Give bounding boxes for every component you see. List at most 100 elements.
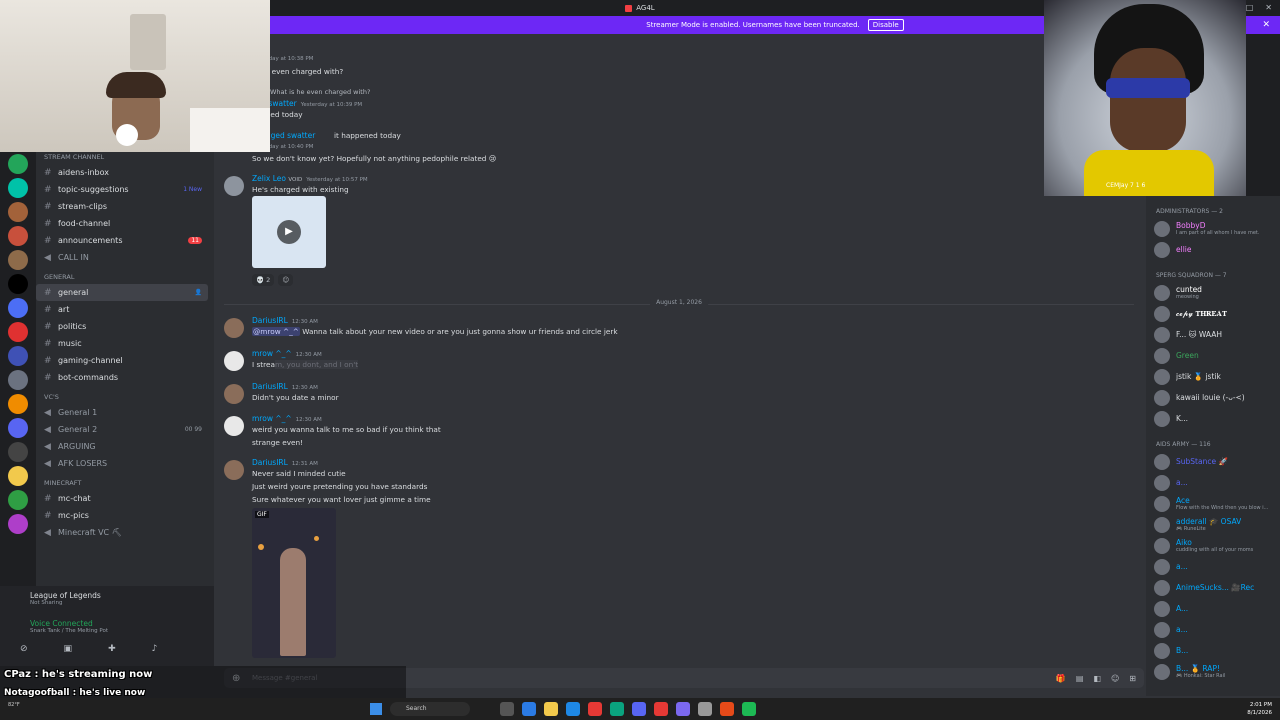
channel-general-2[interactable]: ◀ General 2 00 99 <box>36 421 208 438</box>
server-icon[interactable] <box>8 514 28 534</box>
member-item[interactable]: adderall 🎓 OSAV 🎮 RuneLite <box>1146 514 1280 535</box>
gift-icon[interactable]: 🎁 <box>1056 674 1066 683</box>
avatar[interactable] <box>224 416 244 436</box>
channel-bot-commands[interactable]: # bot-commands <box>36 369 208 386</box>
avatar[interactable] <box>224 176 244 196</box>
channel-call-in[interactable]: ◀ CALL IN <box>36 249 208 266</box>
server-icon[interactable] <box>8 226 28 246</box>
channel-mc-pics[interactable]: # mc-pics <box>36 507 208 524</box>
message-author[interactable]: Zelix Leo VOID Yesterday at 10:57 PM <box>252 174 368 183</box>
video-attachment[interactable]: ▶ <box>252 196 326 268</box>
member-item[interactable]: 𝓬𝓮𝓹𝔂 𝐓𝐇𝐑𝐄𝐀𝐓 <box>1146 303 1280 324</box>
voice-connection-status[interactable]: Voice Connected Snark Tank / The Melting… <box>30 619 108 634</box>
discord-icon[interactable] <box>632 702 646 716</box>
channel-minecraft-vc[interactable]: ◀ Minecraft VC ⛏ <box>36 524 208 541</box>
reply-preview[interactable]: What is he even charged with? <box>270 88 370 96</box>
play-icon[interactable]: ▶ <box>277 220 301 244</box>
category-minecraft[interactable]: Minecraft <box>36 476 214 490</box>
windows-start-icon[interactable] <box>370 703 382 715</box>
channel-food-channel[interactable]: # food-channel <box>36 215 208 232</box>
app-icon[interactable] <box>720 702 734 716</box>
channel-music[interactable]: # music <box>36 335 208 352</box>
channel-politics[interactable]: # politics <box>36 318 208 335</box>
member-item[interactable]: jstik 🏅 jstik <box>1146 366 1280 387</box>
member-item[interactable]: Ace Flow with the Wind then you blow i... <box>1146 493 1280 514</box>
maximize-icon[interactable]: □ <box>1246 3 1254 12</box>
add-reaction-icon[interactable]: ☺ <box>278 274 294 286</box>
add-member-icon[interactable]: 👤 <box>195 289 202 296</box>
reaction-skull[interactable]: 💀 2 <box>252 274 275 286</box>
server-icon[interactable] <box>8 442 28 462</box>
gif-icon[interactable]: ▤ <box>1076 674 1084 683</box>
channel-art[interactable]: # art <box>36 301 208 318</box>
close-banner-icon[interactable]: ✕ <box>1262 20 1270 30</box>
app-icon[interactable] <box>676 702 690 716</box>
app-icon[interactable] <box>500 702 514 716</box>
edge-icon[interactable] <box>610 702 624 716</box>
camera-off-icon[interactable]: ⊘ <box>20 644 28 654</box>
avatar[interactable] <box>224 351 244 371</box>
server-icon[interactable] <box>8 370 28 390</box>
spoiler-text[interactable]: m, you dont, and I on't <box>274 360 359 369</box>
avatar[interactable] <box>224 318 244 338</box>
member-item[interactable]: F... 🐱 WAAH <box>1146 324 1280 345</box>
server-icon[interactable] <box>8 298 28 318</box>
channel-general[interactable]: # general 👤 <box>36 284 208 301</box>
screen-share-icon[interactable]: ▣ <box>64 644 73 654</box>
server-icon[interactable] <box>8 394 28 414</box>
message-author[interactable]: DariusIRL 12:31 AM <box>252 458 318 467</box>
member-item[interactable]: a... <box>1146 619 1280 640</box>
member-item[interactable]: Aiko cuddling with all of your moms <box>1146 535 1280 556</box>
channel-gaming-channel[interactable]: # gaming-channel <box>36 352 208 369</box>
soundboard-icon[interactable]: ♪ <box>152 644 158 654</box>
channel-announcements[interactable]: # announcements 11 <box>36 232 208 249</box>
message-author[interactable]: mrow ^_^ 12:30 AM <box>252 414 322 423</box>
category-general[interactable]: General <box>36 270 214 284</box>
channel-arguing[interactable]: ◀ ARGUING <box>36 438 208 455</box>
app-icon[interactable] <box>566 702 580 716</box>
server-icon[interactable] <box>8 250 28 270</box>
member-item[interactable]: ellie <box>1146 239 1280 260</box>
emoji-icon[interactable]: ☺ <box>1111 674 1119 683</box>
server-icon[interactable] <box>8 418 28 438</box>
member-item[interactable]: a... <box>1146 472 1280 493</box>
member-item[interactable]: BobbyD I am part of all whom I have met. <box>1146 218 1280 239</box>
taskbar-clock[interactable]: 2:01 PM 8/1/2026 <box>1247 701 1272 717</box>
app-icon[interactable] <box>588 702 602 716</box>
server-icon[interactable] <box>8 490 28 510</box>
member-item[interactable]: a... <box>1146 556 1280 577</box>
youtube-icon[interactable] <box>654 702 668 716</box>
gif-attachment[interactable]: GIF <box>252 508 336 658</box>
activity-status[interactable]: League of Legends Not Sharing <box>30 591 101 606</box>
activities-icon[interactable]: ✚ <box>108 644 116 654</box>
server-icon[interactable] <box>8 178 28 198</box>
app-icon[interactable] <box>522 702 536 716</box>
avatar[interactable] <box>224 460 244 480</box>
avatar[interactable] <box>224 384 244 404</box>
member-item[interactable]: SubStance 🚀 <box>1146 451 1280 472</box>
member-item[interactable]: K... <box>1146 408 1280 429</box>
channel-general-1[interactable]: ◀ General 1 <box>36 404 208 421</box>
channel-stream-clips[interactable]: # stream-clips <box>36 198 208 215</box>
member-item[interactable]: cunted meowing <box>1146 282 1280 303</box>
server-icon[interactable] <box>8 346 28 366</box>
member-item[interactable]: A... <box>1146 598 1280 619</box>
channel-topic-suggestions[interactable]: # topic-suggestions 1 New <box>36 181 208 198</box>
spotify-icon[interactable] <box>742 702 756 716</box>
member-item[interactable]: B... <box>1146 640 1280 661</box>
server-icon[interactable] <box>8 274 28 294</box>
apps-icon[interactable]: ⊞ <box>1129 674 1136 683</box>
message-author[interactable]: mrow ^_^ 12:30 AM <box>252 349 322 358</box>
server-icon[interactable] <box>8 322 28 342</box>
taskbar-search[interactable]: Search <box>390 702 470 716</box>
member-item[interactable]: AnimeSucks... 🎥Rec <box>1146 577 1280 598</box>
app-icon[interactable] <box>698 702 712 716</box>
message-author[interactable]: DariusIRL 12:30 AM <box>252 382 318 391</box>
sticker-icon[interactable]: ◧ <box>1093 674 1101 683</box>
member-item[interactable]: kawaii louie (-ᴗ-<) <box>1146 387 1280 408</box>
channel-afk-losers[interactable]: ◀ AFK LOSERS <box>36 455 208 472</box>
weather-widget[interactable]: 82°F <box>8 702 20 709</box>
member-item[interactable]: B... 🏅 RAP! 🎮 Honkai: Star Rail <box>1146 661 1280 682</box>
channel-mc-chat[interactable]: # mc-chat <box>36 490 208 507</box>
member-item[interactable]: Green <box>1146 345 1280 366</box>
